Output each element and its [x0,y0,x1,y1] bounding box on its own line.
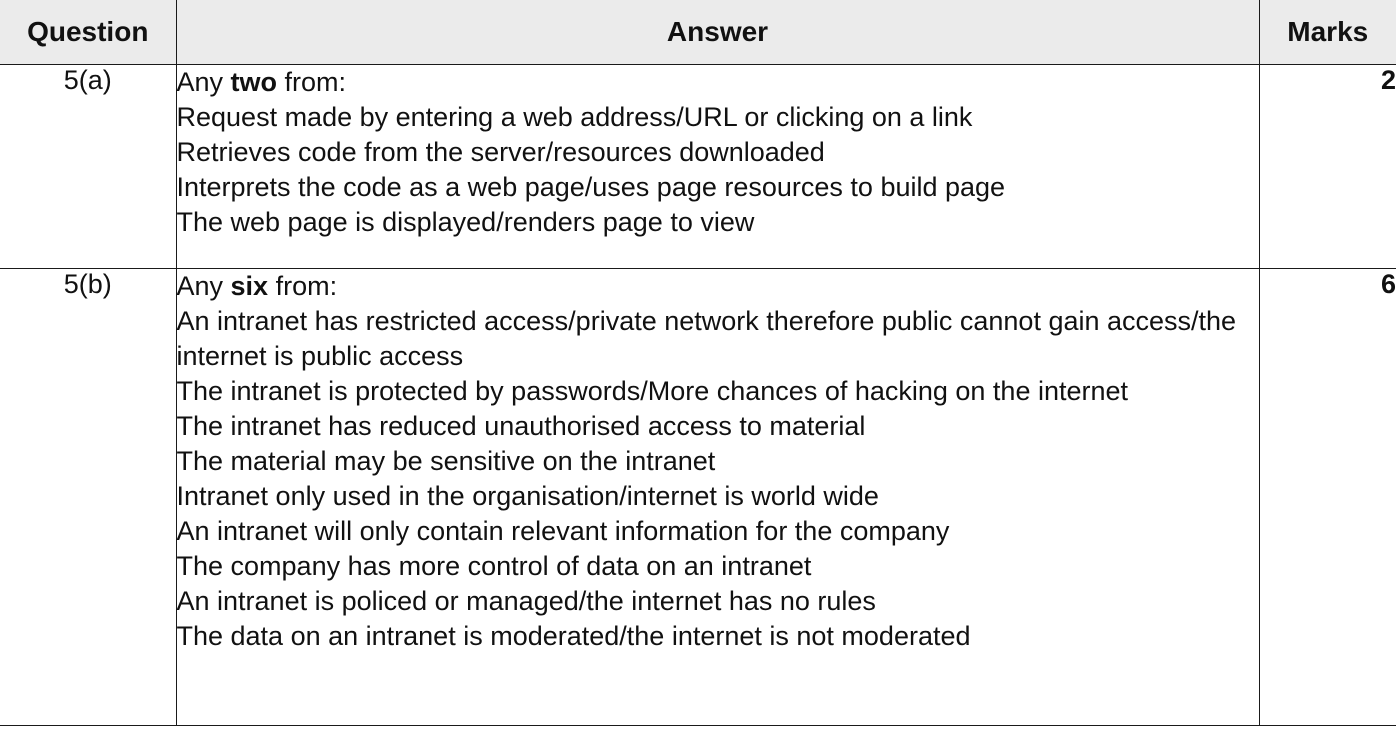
answer-point: Retrieves code from the server/resources… [176,137,825,167]
answer-cell: Any two from: Request made by entering a… [175,64,1260,269]
answer-point: The web page is displayed/renders page t… [176,207,755,237]
table-row: 5(a) Any two from: Request made by enter… [0,64,1396,269]
question-number: 5(a) [0,64,177,269]
answer-point: An intranet has restricted access/privat… [176,306,1237,371]
intro-text: from: [277,67,347,97]
intro-text: Any [176,67,231,97]
marks-value: 2 [1258,64,1396,269]
marks-column-header: Marks [1258,0,1396,65]
answer-cell: Any six from: An intranet has restricted… [175,268,1260,726]
answer-point: The data on an intranet is moderated/the… [176,621,971,651]
answer-intro: Any six from: [177,269,1259,304]
answer-point: Request made by entering a web address/U… [176,102,973,132]
intro-text: Any [176,271,231,301]
intro-text: from: [268,271,338,301]
answer-point: The material may be sensitive on the int… [176,446,716,476]
answer-point: Interprets the code as a web page/uses p… [176,172,1006,202]
answer-point: The company has more control of data on … [176,551,812,581]
answer-point: An intranet will only contain relevant i… [176,516,950,546]
answer-point: An intranet is policed or managed/the in… [176,586,876,616]
answer-point: The intranet is protected by passwords/M… [176,376,1129,406]
answer-point: Intranet only used in the organisation/i… [176,481,879,511]
answer-point: The intranet has reduced unauthorised ac… [176,411,866,441]
intro-emphasis: two [230,67,278,97]
table-row: 5(b) Any six from: An intranet has restr… [0,268,1396,726]
mark-scheme-table: Question Answer Marks 5(a) Any two from:… [0,0,1396,726]
question-number: 5(b) [0,268,177,726]
header-row: Question Answer Marks [0,0,1396,65]
question-column-header: Question [0,0,177,65]
intro-emphasis: six [230,271,269,301]
answer-intro: Any two from: [177,65,1259,100]
marks-value: 6 [1258,268,1396,726]
answer-column-header: Answer [175,0,1260,65]
